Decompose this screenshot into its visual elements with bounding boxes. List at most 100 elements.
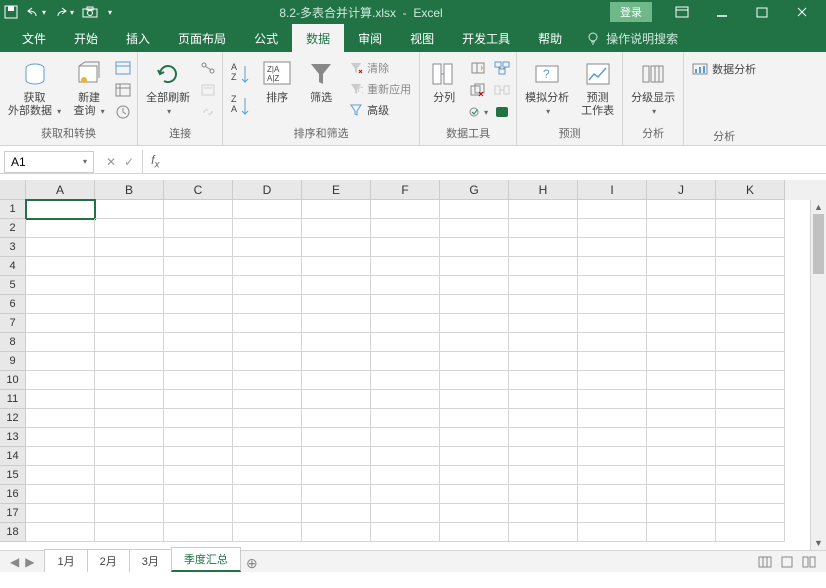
cell[interactable] (371, 352, 440, 371)
row-header[interactable]: 3 (0, 238, 26, 257)
sort-asc-icon[interactable]: AZ (227, 58, 253, 90)
cell[interactable] (371, 238, 440, 257)
cell[interactable] (164, 447, 233, 466)
cell[interactable] (578, 257, 647, 276)
connections-icon[interactable] (198, 58, 218, 78)
cell[interactable] (95, 333, 164, 352)
col-header[interactable]: C (164, 180, 233, 200)
tab-file[interactable]: 文件 (8, 24, 60, 52)
cell[interactable] (647, 371, 716, 390)
cell[interactable] (371, 523, 440, 542)
cell[interactable] (647, 447, 716, 466)
cell[interactable] (578, 466, 647, 485)
cell[interactable] (302, 257, 371, 276)
page-layout-icon[interactable] (780, 556, 796, 568)
cell[interactable] (233, 333, 302, 352)
cell[interactable] (26, 504, 95, 523)
tab-review[interactable]: 审阅 (344, 24, 396, 52)
cell[interactable] (578, 276, 647, 295)
sheet-tab-2[interactable]: 2月 (87, 549, 130, 572)
cell[interactable] (647, 219, 716, 238)
col-header[interactable]: F (371, 180, 440, 200)
cell[interactable] (716, 257, 785, 276)
sheet-tab-4[interactable]: 季度汇总 (171, 547, 241, 572)
cell[interactable] (26, 523, 95, 542)
cell[interactable] (440, 409, 509, 428)
cell[interactable] (95, 504, 164, 523)
clear-filter-button[interactable]: 清除 (345, 58, 415, 78)
row-header[interactable]: 16 (0, 485, 26, 504)
cell[interactable] (509, 409, 578, 428)
cell[interactable] (95, 352, 164, 371)
cell[interactable] (647, 314, 716, 333)
row-header[interactable]: 10 (0, 371, 26, 390)
cell[interactable] (716, 219, 785, 238)
sort-desc-icon[interactable]: ZA (227, 90, 253, 122)
cell[interactable] (440, 504, 509, 523)
recent-sources-icon[interactable] (113, 102, 133, 122)
cell[interactable] (647, 390, 716, 409)
cell[interactable] (440, 238, 509, 257)
cell[interactable] (164, 371, 233, 390)
cell[interactable] (371, 504, 440, 523)
formula-input[interactable] (167, 151, 826, 173)
cell[interactable] (95, 276, 164, 295)
cell[interactable] (647, 200, 716, 219)
cell[interactable] (716, 200, 785, 219)
cell[interactable] (26, 485, 95, 504)
cell[interactable] (440, 219, 509, 238)
manage-data-model-icon[interactable] (492, 102, 512, 122)
col-header[interactable]: D (233, 180, 302, 200)
cell[interactable] (371, 371, 440, 390)
cell[interactable] (164, 295, 233, 314)
cell[interactable] (302, 314, 371, 333)
page-break-icon[interactable] (802, 556, 818, 568)
cell[interactable] (371, 276, 440, 295)
cell[interactable] (716, 466, 785, 485)
row-header[interactable]: 11 (0, 390, 26, 409)
redo-icon[interactable]: ▾ (54, 6, 74, 18)
cell[interactable] (440, 333, 509, 352)
cell[interactable] (233, 295, 302, 314)
cell[interactable] (26, 390, 95, 409)
cell[interactable] (440, 352, 509, 371)
cell[interactable] (716, 447, 785, 466)
cell[interactable] (647, 276, 716, 295)
cell[interactable] (164, 276, 233, 295)
cell[interactable] (233, 200, 302, 219)
cell[interactable] (509, 238, 578, 257)
cell[interactable] (509, 257, 578, 276)
ribbon-display-icon[interactable] (662, 0, 702, 24)
cell[interactable] (578, 314, 647, 333)
row-header[interactable]: 17 (0, 504, 26, 523)
properties-icon[interactable] (198, 80, 218, 100)
cell[interactable] (164, 390, 233, 409)
tab-help[interactable]: 帮助 (524, 24, 576, 52)
cell[interactable] (233, 466, 302, 485)
cell[interactable] (440, 276, 509, 295)
cell[interactable] (440, 447, 509, 466)
cell[interactable] (371, 428, 440, 447)
camera-icon[interactable] (82, 6, 98, 18)
row-header[interactable]: 9 (0, 352, 26, 371)
cell[interactable] (440, 257, 509, 276)
cell[interactable] (509, 466, 578, 485)
cell[interactable] (302, 390, 371, 409)
cell[interactable] (509, 504, 578, 523)
cell[interactable] (164, 352, 233, 371)
cell[interactable] (371, 447, 440, 466)
tab-insert[interactable]: 插入 (112, 24, 164, 52)
cell[interactable] (26, 276, 95, 295)
cell[interactable] (95, 314, 164, 333)
minimize-icon[interactable] (702, 0, 742, 24)
cell[interactable] (647, 238, 716, 257)
row-header[interactable]: 14 (0, 447, 26, 466)
cell[interactable] (440, 295, 509, 314)
sort-button[interactable]: Z|AA|Z 排序 (257, 56, 297, 107)
cell[interactable] (302, 466, 371, 485)
cell[interactable] (578, 523, 647, 542)
cell[interactable] (647, 295, 716, 314)
cell[interactable] (302, 219, 371, 238)
col-header[interactable]: B (95, 180, 164, 200)
cell[interactable] (647, 352, 716, 371)
